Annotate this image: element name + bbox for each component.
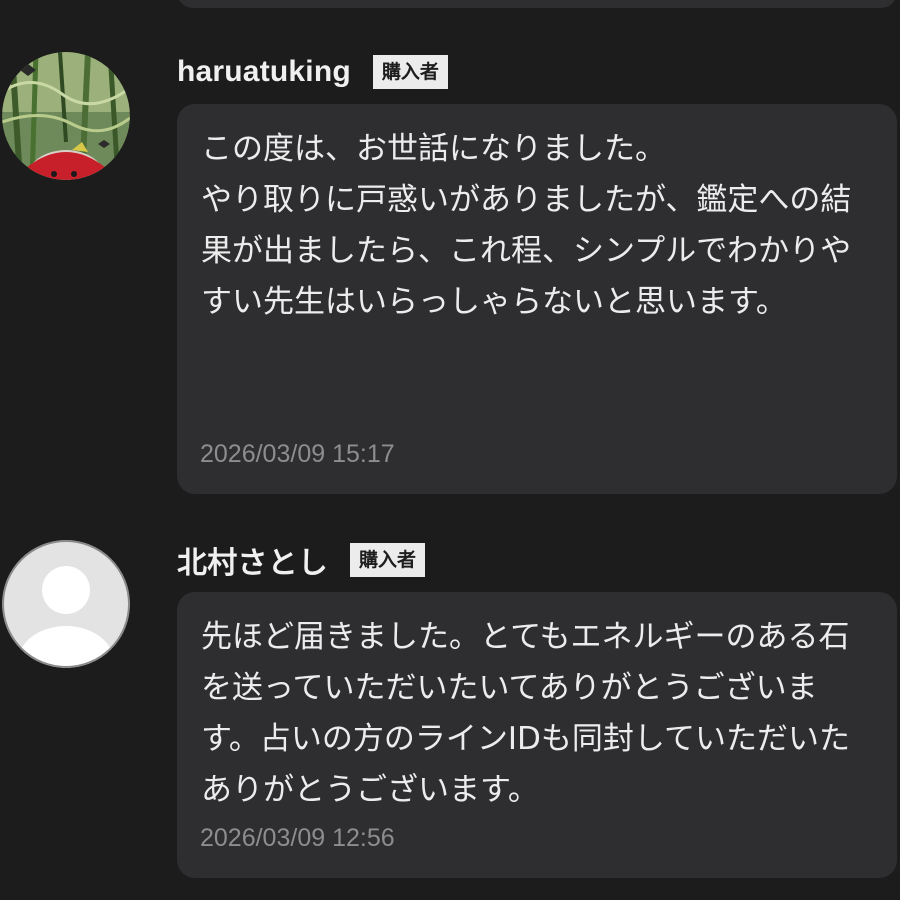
buyer-badge: 購入者 (372, 55, 448, 89)
review-text: この度は、お世話になりました。 やり取りに戸惑いがありましたが、鑑定への結果が出… (201, 131, 852, 320)
reviewer-name[interactable]: haruatuking (177, 55, 351, 89)
review-timestamp: 2026/03/09 15:17 (200, 440, 395, 468)
review-timestamp: 2026/03/09 12:56 (200, 824, 395, 852)
buyer-badge: 購入者 (350, 543, 426, 577)
review-bubble: この度は、お世話になりました。 やり取りに戸惑いがありましたが、鑑定への結果が出… (177, 104, 897, 494)
previous-review-bubble (177, 0, 897, 8)
review-text: 先ほど届きました。とてもエネルギーのある石を送っていただいたいてありがとうござい… (201, 619, 850, 808)
default-user-avatar-icon[interactable] (2, 540, 130, 668)
custom-photo-avatar-icon[interactable] (2, 52, 130, 180)
reviewer-name[interactable]: 北村さとし (177, 538, 328, 582)
review-list: haruatuking 購入者 この度は、お世話になりました。 やり取りに戸惑い… (0, 0, 900, 900)
review-bubble: 先ほど届きました。とてもエネルギーのある石を送っていただいたいてありがとうござい… (177, 592, 897, 878)
